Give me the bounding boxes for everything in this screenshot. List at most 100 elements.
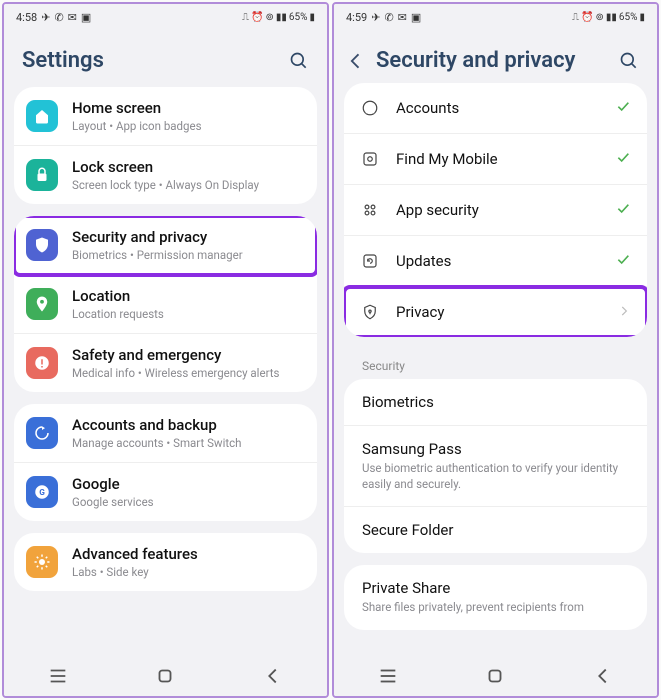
check-icon: [615, 251, 631, 271]
status-item-find-my-mobile[interactable]: Find My Mobile: [344, 134, 647, 185]
back-button[interactable]: [346, 51, 366, 71]
status-item-accounts[interactable]: Accounts: [344, 83, 647, 134]
item-label: App security: [396, 201, 599, 219]
item-title: Lock screen: [72, 158, 305, 176]
image-icon: ▣: [81, 11, 91, 24]
search-button[interactable]: [619, 51, 639, 71]
telegram-icon: ✈: [371, 11, 380, 24]
wifi-icon: ⊚: [266, 12, 274, 23]
item-subtitle: Use biometric authentication to verify y…: [362, 461, 629, 492]
phone-right: 4:59 ✈ ✆ ✉ ▣ ⎍ ⏰ ⊚ ▮▮ 65% ▮ Security and…: [332, 2, 659, 698]
settings-item-advanced-features[interactable]: Advanced features Labs • Side key: [14, 533, 317, 591]
extra-item-private-share[interactable]: Private Share Share files privately, prev…: [344, 565, 647, 630]
settings-item-safety-emergency[interactable]: Safety and emergencyMedical info • Wirel…: [14, 334, 317, 392]
battery-icon: ▮: [309, 12, 315, 23]
gmail-icon: ✉: [398, 11, 407, 24]
item-title: Home screen: [72, 99, 305, 117]
check-icon: [615, 98, 631, 118]
item-title: Secure Folder: [362, 521, 629, 539]
clock: 4:58: [16, 11, 37, 24]
item-title: Private Share: [362, 579, 629, 597]
status-bar: 4:58 ✈ ✆ ✉ ▣ ⎍ ⏰ ⊚ ▮▮ 65% ▮: [4, 4, 327, 30]
check-icon: [615, 200, 631, 220]
safety-emergency-icon: [26, 347, 58, 379]
image-icon: ▣: [411, 11, 421, 24]
signal-icon: ▮▮: [606, 12, 617, 23]
home-button[interactable]: [154, 665, 176, 687]
user-icon: [360, 98, 380, 118]
clock: 4:59: [346, 11, 367, 24]
settings-item-home-screen[interactable]: Home screen Layout • App icon badges: [14, 87, 317, 146]
item-subtitle: Share files privately, prevent recipient…: [362, 600, 629, 616]
security-item-secure-folder[interactable]: Secure Folder: [344, 507, 647, 553]
settings-item-lock-screen[interactable]: Lock screenScreen lock type • Always On …: [14, 146, 317, 204]
item-subtitle: Layout • App icon badges: [72, 119, 305, 133]
header: Settings: [4, 30, 327, 87]
gmail-icon: ✉: [68, 11, 77, 24]
item-subtitle: Medical info • Wireless emergency alerts: [72, 366, 305, 380]
lock-screen-icon: [26, 159, 58, 191]
grid-icon: [360, 200, 380, 220]
item-label: Find My Mobile: [396, 150, 599, 168]
security-card: Biometrics Samsung Pass Use biometric auth…: [344, 379, 647, 553]
item-title: Advanced features: [72, 545, 305, 563]
page-title: Settings: [22, 48, 279, 73]
settings-item-google[interactable]: GGoogleGoogle services: [14, 463, 317, 521]
phone-left: 4:58 ✈ ✆ ✉ ▣ ⎍ ⏰ ⊚ ▮▮ 65% ▮ Settings Hom…: [2, 2, 329, 698]
telegram-icon: ✈: [41, 11, 50, 24]
item-title: Biometrics: [362, 393, 629, 411]
battery-text: 65%: [289, 12, 308, 23]
header: Security and privacy: [334, 32, 657, 83]
whatsapp-icon: ✆: [54, 11, 63, 24]
settings-item-location[interactable]: LocationLocation requests: [14, 275, 317, 334]
shield-icon: [360, 302, 380, 322]
google-icon: G: [26, 476, 58, 508]
status-item-app-security[interactable]: App security: [344, 185, 647, 236]
recent-apps-button[interactable]: [377, 665, 399, 687]
back-button[interactable]: [262, 665, 284, 687]
security-item-biometrics[interactable]: Biometrics: [344, 379, 647, 426]
security-item-samsung-pass[interactable]: Samsung Pass Use biometric authentication…: [344, 426, 647, 507]
recent-apps-button[interactable]: [47, 665, 69, 687]
settings-group: Advanced features Labs • Side key: [14, 533, 317, 591]
nfc-icon: ⎍: [572, 12, 579, 23]
back-button[interactable]: [592, 665, 614, 687]
item-title: Google: [72, 475, 305, 493]
signal-icon: ▮▮: [276, 12, 287, 23]
item-label: Accounts: [396, 99, 599, 117]
home-screen-icon: [26, 100, 58, 132]
alarm-icon: ⏰: [251, 12, 263, 23]
extra-card: Private Share Share files privately, prev…: [344, 565, 647, 630]
status-card: Accounts Find My Mobile App security Update…: [344, 83, 647, 337]
page-title: Security and privacy: [376, 48, 609, 73]
item-title: Accounts and backup: [72, 416, 305, 434]
wifi-icon: ⊚: [596, 12, 604, 23]
battery-text: 65%: [619, 12, 638, 23]
nav-bar: [4, 656, 327, 696]
search-button[interactable]: [289, 51, 309, 71]
status-bar: 4:59 ✈ ✆ ✉ ▣ ⎍ ⏰ ⊚ ▮▮ 65% ▮: [334, 4, 657, 30]
whatsapp-icon: ✆: [384, 11, 393, 24]
alarm-icon: ⏰: [581, 12, 593, 23]
item-label: Updates: [396, 252, 599, 270]
advanced-features-icon: [26, 546, 58, 578]
security-privacy-list[interactable]: Accounts Find My Mobile App security Update…: [334, 83, 657, 656]
item-subtitle: Labs • Side key: [72, 565, 305, 579]
settings-list[interactable]: Home screen Layout • App icon badges Lock …: [4, 87, 327, 656]
refresh-icon: [360, 251, 380, 271]
accounts-backup-icon: [26, 417, 58, 449]
nav-bar: [334, 656, 657, 696]
item-subtitle: Manage accounts • Smart Switch: [72, 436, 305, 450]
status-item-privacy[interactable]: Privacy: [344, 287, 647, 337]
chevron-right-icon: [617, 303, 631, 322]
security-privacy-icon: [26, 229, 58, 261]
settings-group: Home screen Layout • App icon badges Lock …: [14, 87, 317, 204]
settings-item-security-privacy[interactable]: Security and privacy Biometrics • Permiss…: [14, 216, 317, 275]
home-button[interactable]: [484, 665, 506, 687]
settings-item-accounts-backup[interactable]: Accounts and backup Manage accounts • Sma…: [14, 404, 317, 463]
item-title: Samsung Pass: [362, 440, 629, 458]
section-header-security: Security: [344, 349, 647, 379]
item-subtitle: Biometrics • Permission manager: [72, 248, 305, 262]
status-item-updates[interactable]: Updates: [344, 236, 647, 287]
item-title: Security and privacy: [72, 228, 305, 246]
